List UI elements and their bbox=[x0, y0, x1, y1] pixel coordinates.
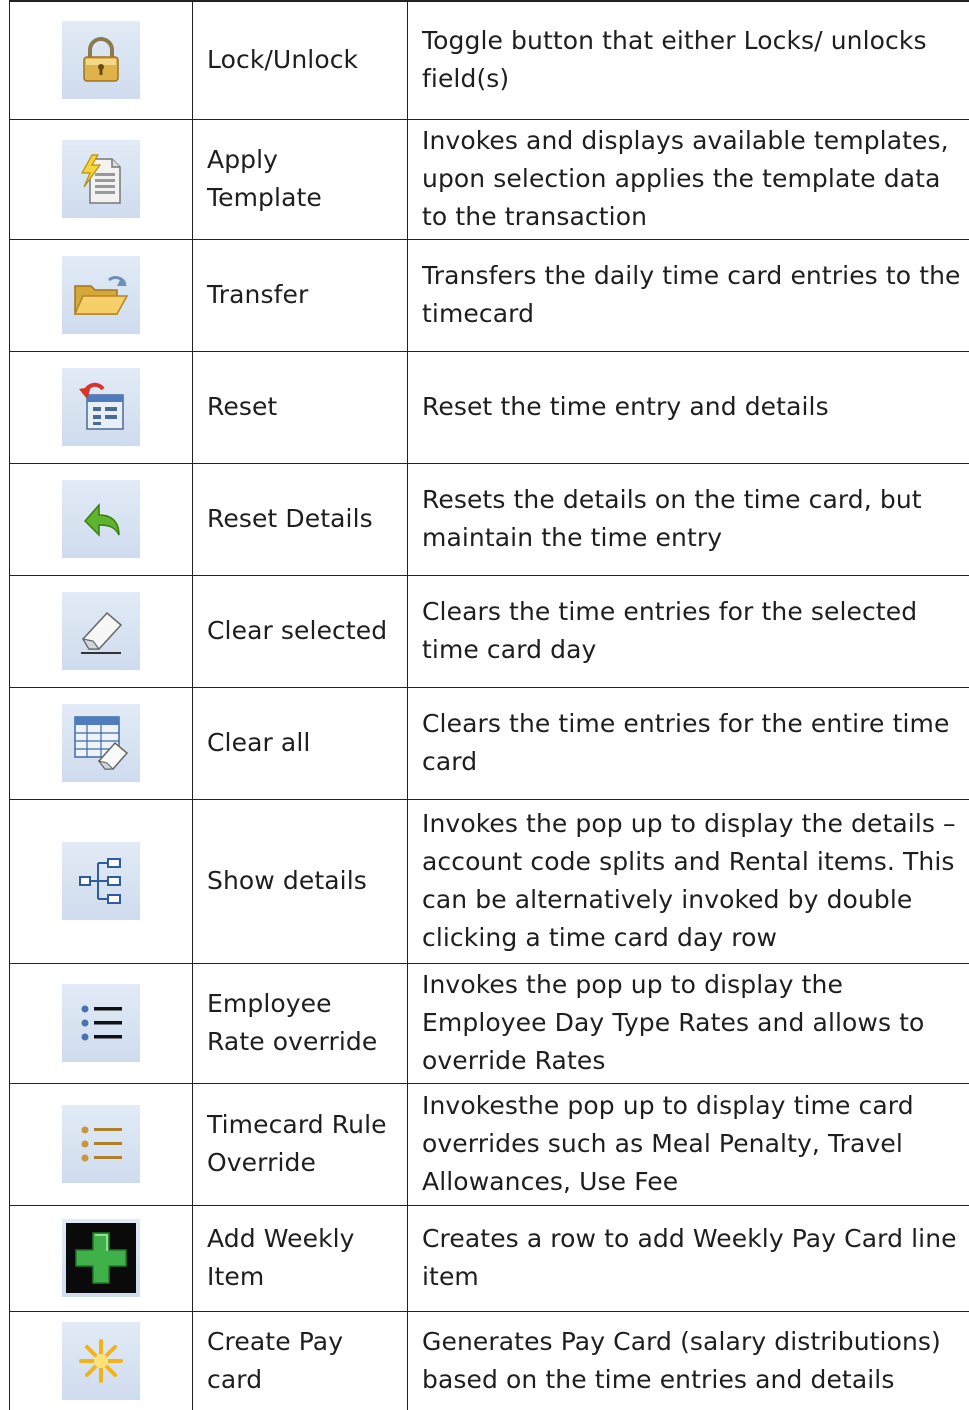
table-row: Transfer Transfers the daily time card e… bbox=[9, 238, 969, 352]
row-name: Employee Rate override bbox=[192, 962, 408, 1084]
row-description: Creates a row to add Weekly Pay Card lin… bbox=[407, 1204, 969, 1312]
table-row: Timecard Rule Override Invokesthe pop up… bbox=[9, 1082, 969, 1206]
add-plus-icon bbox=[62, 1219, 140, 1297]
row-name: Apply Template bbox=[192, 118, 408, 240]
create-paycard-icon bbox=[62, 1321, 140, 1400]
row-description: Transfers the daily time card entries to… bbox=[407, 238, 969, 352]
row-description: Clears the time entries for the selected… bbox=[407, 574, 969, 688]
row-description: Invokes the pop up to display the detail… bbox=[407, 798, 969, 964]
rate-list-icon bbox=[62, 984, 140, 1062]
icon-cell bbox=[9, 798, 193, 964]
icon-cell bbox=[9, 1204, 193, 1312]
transfer-folder-icon bbox=[62, 256, 140, 334]
row-name: Lock/Unlock bbox=[192, 0, 408, 120]
row-name: Clear all bbox=[192, 686, 408, 800]
table-row: Lock/Unlock Toggle button that either Lo… bbox=[9, 0, 969, 120]
lock-icon bbox=[62, 21, 140, 100]
row-name: Create Pay card bbox=[192, 1310, 408, 1410]
toolbar-reference-table: Lock/Unlock Toggle button that either Lo… bbox=[9, 0, 969, 1410]
rule-list-icon bbox=[62, 1105, 140, 1183]
table-row: Apply Template Invokes and displays avai… bbox=[9, 118, 969, 240]
clear-all-grid-icon bbox=[62, 704, 140, 782]
table-row: Create Pay card Generates Pay Card (sala… bbox=[9, 1310, 969, 1410]
icon-cell bbox=[9, 462, 193, 576]
row-name: Clear selected bbox=[192, 574, 408, 688]
table-row: Reset Reset the time entry and details bbox=[9, 350, 969, 464]
icon-cell bbox=[9, 238, 193, 352]
table-row: Clear all Clears the time entries for th… bbox=[9, 686, 969, 800]
row-description: Toggle button that either Locks/ unlocks… bbox=[407, 0, 969, 120]
eraser-icon bbox=[62, 592, 140, 670]
icon-cell bbox=[9, 962, 193, 1084]
row-description: Invokes the pop up to display the Employ… bbox=[407, 962, 969, 1084]
table-row: Clear selected Clears the time entries f… bbox=[9, 574, 969, 688]
row-description: Invokesthe pop up to display time card o… bbox=[407, 1082, 969, 1206]
reset-icon bbox=[62, 368, 140, 446]
icon-cell bbox=[9, 0, 193, 120]
table-row: Reset Details Resets the details on the … bbox=[9, 462, 969, 576]
icon-cell bbox=[9, 1310, 193, 1410]
icon-cell bbox=[9, 118, 193, 240]
icon-cell bbox=[9, 686, 193, 800]
row-description: Clears the time entries for the entire t… bbox=[407, 686, 969, 800]
row-name: Reset bbox=[192, 350, 408, 464]
table-row: Add Weekly Item Creates a row to add Wee… bbox=[9, 1204, 969, 1312]
row-name: Add Weekly Item bbox=[192, 1204, 408, 1312]
icon-cell bbox=[9, 1082, 193, 1206]
reset-details-icon bbox=[62, 480, 140, 558]
table-row: Show details Invokes the pop up to displ… bbox=[9, 798, 969, 964]
tree-details-icon bbox=[62, 842, 140, 920]
row-description: Invokes and displays available templates… bbox=[407, 118, 969, 240]
row-description: Resets the details on the time card, but… bbox=[407, 462, 969, 576]
row-description: Reset the time entry and details bbox=[407, 350, 969, 464]
apply-template-icon bbox=[62, 140, 140, 218]
row-description: Generates Pay Card (salary distributions… bbox=[407, 1310, 969, 1410]
row-name: Reset Details bbox=[192, 462, 408, 576]
row-name: Show details bbox=[192, 798, 408, 964]
icon-cell bbox=[9, 574, 193, 688]
row-name: Transfer bbox=[192, 238, 408, 352]
icon-cell bbox=[9, 350, 193, 464]
table-row: Employee Rate override Invokes the pop u… bbox=[9, 962, 969, 1084]
row-name: Timecard Rule Override bbox=[192, 1082, 408, 1206]
